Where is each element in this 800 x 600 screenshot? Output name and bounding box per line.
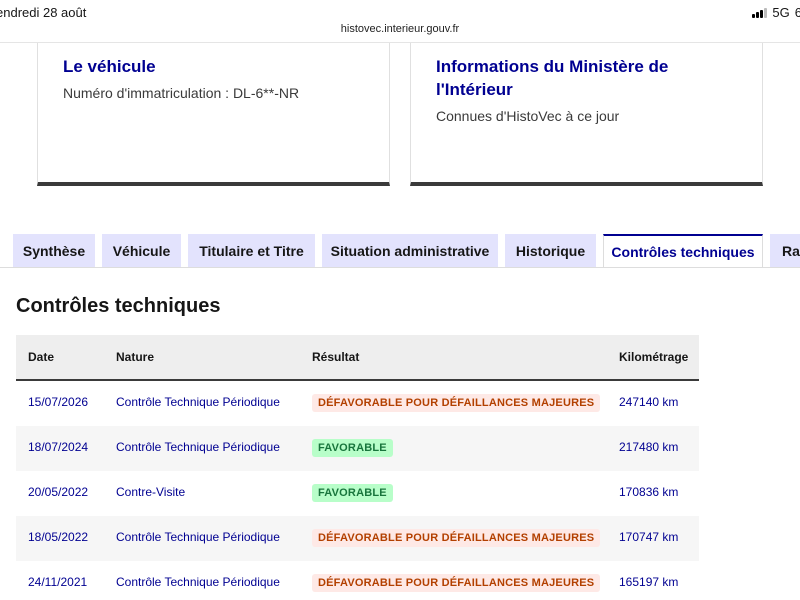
table-row: 18/07/2024 Contrôle Technique Périodique…: [16, 426, 699, 471]
tab-rapport[interactable]: Rap: [770, 234, 800, 267]
row-km: 217480 km: [619, 440, 679, 454]
tab-situation-administrative[interactable]: Situation administrative: [322, 234, 498, 267]
ministry-card-text: Connues d'HistoVec à ce jour: [436, 108, 620, 124]
vehicle-card-title: Le véhicule: [63, 57, 156, 76]
status-right: 5G 6: [752, 5, 800, 20]
row-date: 18/07/2024: [28, 440, 89, 454]
row-date: 20/05/2022: [28, 485, 89, 499]
tab-titulaire[interactable]: Titulaire et Titre: [188, 234, 315, 267]
row-nature: Contrôle Technique Périodique: [116, 575, 280, 589]
row-km: 165197 km: [619, 575, 679, 589]
tab-controles-techniques[interactable]: Contrôles techniques: [603, 234, 763, 267]
result-badge: FAVORABLE: [312, 439, 393, 457]
row-km: 170836 km: [619, 485, 679, 499]
vehicle-registration: Numéro d'immatriculation : DL-6**-NR: [63, 85, 300, 101]
signal-icon: [752, 7, 768, 18]
row-km: 170747 km: [619, 530, 679, 544]
table-row: 20/05/2022 Contre-Visite FAVORABLE 17083…: [16, 471, 699, 516]
row-nature: Contrôle Technique Périodique: [116, 440, 280, 454]
row-date: 18/05/2022: [28, 530, 89, 544]
tab-historique[interactable]: Historique: [505, 234, 596, 267]
result-badge: DÉFAVORABLE POUR DÉFAILLANCES MAJEURES: [312, 574, 601, 592]
table-header: Date Nature Résultat Kilométrage: [16, 335, 699, 381]
ministry-card: Informations du Ministère de l'Intérieur…: [410, 43, 763, 186]
vehicle-card: Le véhicule Numéro d'immatriculation : D…: [37, 43, 390, 186]
result-badge: DÉFAVORABLE POUR DÉFAILLANCES MAJEURES: [312, 394, 601, 412]
ministry-card-title: Informations du Ministère de l'Intérieur: [436, 57, 669, 99]
status-time: endredi 28 août: [0, 5, 87, 20]
url-bar[interactable]: histovec.interieur.gouv.fr: [0, 23, 800, 35]
result-badge: DÉFAVORABLE POUR DÉFAILLANCES MAJEURES: [312, 529, 601, 547]
result-badge: FAVORABLE: [312, 484, 393, 502]
table-row: 18/05/2022 Contrôle Technique Périodique…: [16, 516, 699, 561]
header-date: Date: [28, 350, 55, 364]
row-date: 15/07/2026: [28, 395, 89, 409]
panel-title: Contrôles techniques: [16, 295, 221, 317]
tab-vehicule[interactable]: Véhicule: [102, 234, 181, 267]
row-km: 247140 km: [619, 395, 679, 409]
table-row: 24/11/2021 Contrôle Technique Périodique…: [16, 561, 699, 600]
network-label: 5G: [772, 5, 790, 20]
table-row: 15/07/2026 Contrôle Technique Périodique…: [16, 381, 699, 426]
row-nature: Contrôle Technique Périodique: [116, 530, 280, 544]
row-nature: Contrôle Technique Périodique: [116, 395, 280, 409]
header-nature: Nature: [116, 350, 155, 364]
status-bar: endredi 28 août 5G 6: [0, 0, 800, 22]
inspections-table: Date Nature Résultat Kilométrage 15/07/2…: [16, 335, 699, 600]
row-nature: Contre-Visite: [116, 485, 186, 499]
row-date: 24/11/2021: [28, 575, 88, 589]
tab-bar: Synthèse Véhicule Titulaire et Titre Sit…: [0, 234, 800, 267]
tab-synthese[interactable]: Synthèse: [13, 234, 95, 267]
header-resultat: Résultat: [312, 350, 360, 364]
header-kilometrage: Kilométrage: [619, 350, 689, 364]
tab-divider: [0, 267, 800, 268]
battery-label: 6: [794, 5, 800, 20]
